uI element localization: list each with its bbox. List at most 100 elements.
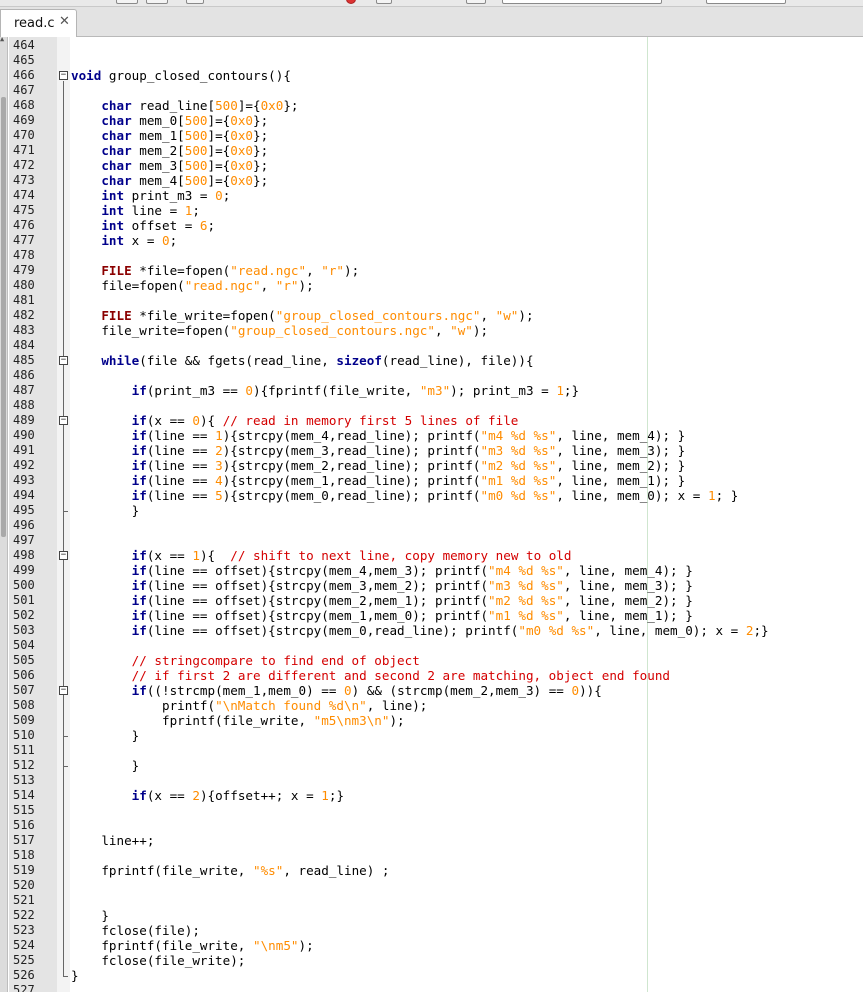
code-line[interactable]: 524 fprintf(file_write, "\nm5"); <box>0 938 863 953</box>
code-line[interactable]: 465 <box>0 53 863 68</box>
code-line[interactable]: 526} <box>0 968 863 983</box>
code-line[interactable]: 468 char read_line[500]={0x0}; <box>0 98 863 113</box>
code-line[interactable]: 477 int x = 0; <box>0 233 863 248</box>
code-line[interactable]: 498 if(x == 1){ // shift to next line, c… <box>0 548 863 563</box>
code-text[interactable]: file_write=fopen("group_closed_contours.… <box>71 323 488 338</box>
code-line[interactable]: 511 <box>0 743 863 758</box>
code-line[interactable]: 527 <box>0 983 863 992</box>
code-line[interactable]: 472 char mem_3[500]={0x0}; <box>0 158 863 173</box>
code-line[interactable]: 517 line++; <box>0 833 863 848</box>
code-line[interactable]: 470 char mem_1[500]={0x0}; <box>0 128 863 143</box>
code-line[interactable]: 489 if(x == 0){ // read in memory first … <box>0 413 863 428</box>
code-text[interactable]: if(line == offset){strcpy(mem_0,read_lin… <box>71 623 769 638</box>
code-text[interactable]: FILE *file_write=fopen("group_closed_con… <box>71 308 533 323</box>
code-line[interactable]: 525 fclose(file_write); <box>0 953 863 968</box>
code-text[interactable]: } <box>71 503 140 518</box>
code-line[interactable]: 513 <box>0 773 863 788</box>
toolbar-search-input[interactable] <box>706 0 786 4</box>
code-text[interactable]: FILE *file=fopen("read.ngc", "r"); <box>71 263 359 278</box>
toolbar-input[interactable] <box>502 0 662 4</box>
code-line[interactable]: 518 <box>0 848 863 863</box>
code-line[interactable]: 510 } <box>0 728 863 743</box>
code-text[interactable]: if(line == offset){strcpy(mem_1,mem_0); … <box>71 608 693 623</box>
code-line[interactable]: 500 if(line == offset){strcpy(mem_3,mem_… <box>0 578 863 593</box>
code-text[interactable]: int x = 0; <box>71 233 177 248</box>
code-line[interactable]: 483 file_write=fopen("group_closed_conto… <box>0 323 863 338</box>
code-text[interactable]: fprintf(file_write, "m5\nm3\n"); <box>71 713 405 728</box>
code-line[interactable]: 504 <box>0 638 863 653</box>
code-line[interactable]: 485 while(file && fgets(read_line, sizeo… <box>0 353 863 368</box>
code-line[interactable]: 480 file=fopen("read.ngc", "r"); <box>0 278 863 293</box>
code-line[interactable]: 494 if(line == 5){strcpy(mem_0,read_line… <box>0 488 863 503</box>
code-text[interactable]: char mem_0[500]={0x0}; <box>71 113 268 128</box>
code-line[interactable]: 519 fprintf(file_write, "%s", read_line)… <box>0 863 863 878</box>
code-text[interactable]: if(line == offset){strcpy(mem_3,mem_2); … <box>71 578 693 593</box>
code-line[interactable]: 505 // stringcompare to find end of obje… <box>0 653 863 668</box>
fold-toggle-icon[interactable]: − <box>59 356 68 365</box>
code-line[interactable]: 488 <box>0 398 863 413</box>
fold-toggle-icon[interactable]: − <box>59 71 68 80</box>
fold-toggle-icon[interactable]: − <box>59 686 68 695</box>
code-editor[interactable]: ▲ 464 465 466 void group_closed_contours(){… <box>0 37 863 992</box>
code-line[interactable]: 497 <box>0 533 863 548</box>
code-line[interactable]: 514 if(x == 2){offset++; x = 1;} <box>0 788 863 803</box>
code-text[interactable]: } <box>71 908 109 923</box>
close-icon[interactable]: ✕ <box>59 14 70 29</box>
code-line[interactable]: 491 if(line == 2){strcpy(mem_3,read_line… <box>0 443 863 458</box>
code-line[interactable]: 487 if(print_m3 == 0){fprintf(file_write… <box>0 383 863 398</box>
code-line[interactable]: 467 <box>0 83 863 98</box>
code-line[interactable]: 478 <box>0 248 863 263</box>
code-text[interactable]: int line = 1; <box>71 203 200 218</box>
code-text[interactable]: int offset = 6; <box>71 218 215 233</box>
code-text[interactable]: char mem_4[500]={0x0}; <box>71 173 268 188</box>
code-text[interactable]: if(line == 2){strcpy(mem_3,read_line); p… <box>71 443 686 458</box>
code-text[interactable]: } <box>71 968 79 983</box>
code-line[interactable]: 482 FILE *file_write=fopen("group_closed… <box>0 308 863 323</box>
code-line[interactable]: 474 int print_m3 = 0; <box>0 188 863 203</box>
code-line[interactable]: 509 fprintf(file_write, "m5\nm3\n"); <box>0 713 863 728</box>
code-line[interactable]: 520 <box>0 878 863 893</box>
code-text[interactable]: // stringcompare to find end of object <box>71 653 420 668</box>
code-text[interactable]: char read_line[500]={0x0}; <box>71 98 298 113</box>
toolbar-button[interactable] <box>186 0 204 4</box>
code-line[interactable]: 516 <box>0 818 863 833</box>
code-text[interactable]: // if first 2 are different and second 2… <box>71 668 670 683</box>
code-text[interactable]: if(line == 1){strcpy(mem_4,read_line); p… <box>71 428 686 443</box>
code-line[interactable]: 466 void group_closed_contours(){ <box>0 68 863 83</box>
toolbar-button[interactable] <box>466 0 486 4</box>
code-text[interactable]: if(line == offset){strcpy(mem_2,mem_1); … <box>71 593 693 608</box>
code-text[interactable]: if(line == 5){strcpy(mem_0,read_line); p… <box>71 488 739 503</box>
code-text[interactable]: fclose(file); <box>71 923 200 938</box>
code-text[interactable]: if((!strcmp(mem_1,mem_0) == 0) && (strcm… <box>71 683 602 698</box>
code-text[interactable]: char mem_2[500]={0x0}; <box>71 143 268 158</box>
code-text[interactable]: if(line == 3){strcpy(mem_2,read_line); p… <box>71 458 686 473</box>
code-line[interactable]: 507 if((!strcmp(mem_1,mem_0) == 0) && (s… <box>0 683 863 698</box>
fold-toggle-icon[interactable]: − <box>59 551 68 560</box>
code-line[interactable]: 469 char mem_0[500]={0x0}; <box>0 113 863 128</box>
code-line[interactable]: 479 FILE *file=fopen("read.ngc", "r"); <box>0 263 863 278</box>
stop-icon[interactable] <box>346 0 356 4</box>
code-line[interactable]: 464 <box>0 38 863 53</box>
code-text[interactable]: } <box>71 728 140 743</box>
code-line[interactable]: 501 if(line == offset){strcpy(mem_2,mem_… <box>0 593 863 608</box>
code-line[interactable]: 476 int offset = 6; <box>0 218 863 233</box>
code-text[interactable]: fprintf(file_write, "\nm5"); <box>71 938 313 953</box>
code-text[interactable]: if(x == 2){offset++; x = 1;} <box>71 788 344 803</box>
code-line[interactable]: 506 // if first 2 are different and seco… <box>0 668 863 683</box>
code-text[interactable]: char mem_1[500]={0x0}; <box>71 128 268 143</box>
code-text[interactable]: printf("\nMatch found %d\n", line); <box>71 698 427 713</box>
code-text[interactable]: if(x == 1){ // shift to next line, copy … <box>71 548 572 563</box>
code-text[interactable]: line++; <box>71 833 154 848</box>
code-line[interactable]: 495 } <box>0 503 863 518</box>
code-line[interactable]: 503 if(line == offset){strcpy(mem_0,read… <box>0 623 863 638</box>
code-line[interactable]: 493 if(line == 4){strcpy(mem_1,read_line… <box>0 473 863 488</box>
code-line[interactable]: 492 if(line == 3){strcpy(mem_2,read_line… <box>0 458 863 473</box>
code-text[interactable]: char mem_3[500]={0x0}; <box>71 158 268 173</box>
code-line[interactable]: 490 if(line == 1){strcpy(mem_4,read_line… <box>0 428 863 443</box>
code-text[interactable]: file=fopen("read.ngc", "r"); <box>71 278 313 293</box>
code-line[interactable]: 496 <box>0 518 863 533</box>
code-text[interactable]: } <box>71 758 140 773</box>
code-text[interactable]: int print_m3 = 0; <box>71 188 230 203</box>
code-line[interactable]: 522 } <box>0 908 863 923</box>
code-line[interactable]: 515 <box>0 803 863 818</box>
